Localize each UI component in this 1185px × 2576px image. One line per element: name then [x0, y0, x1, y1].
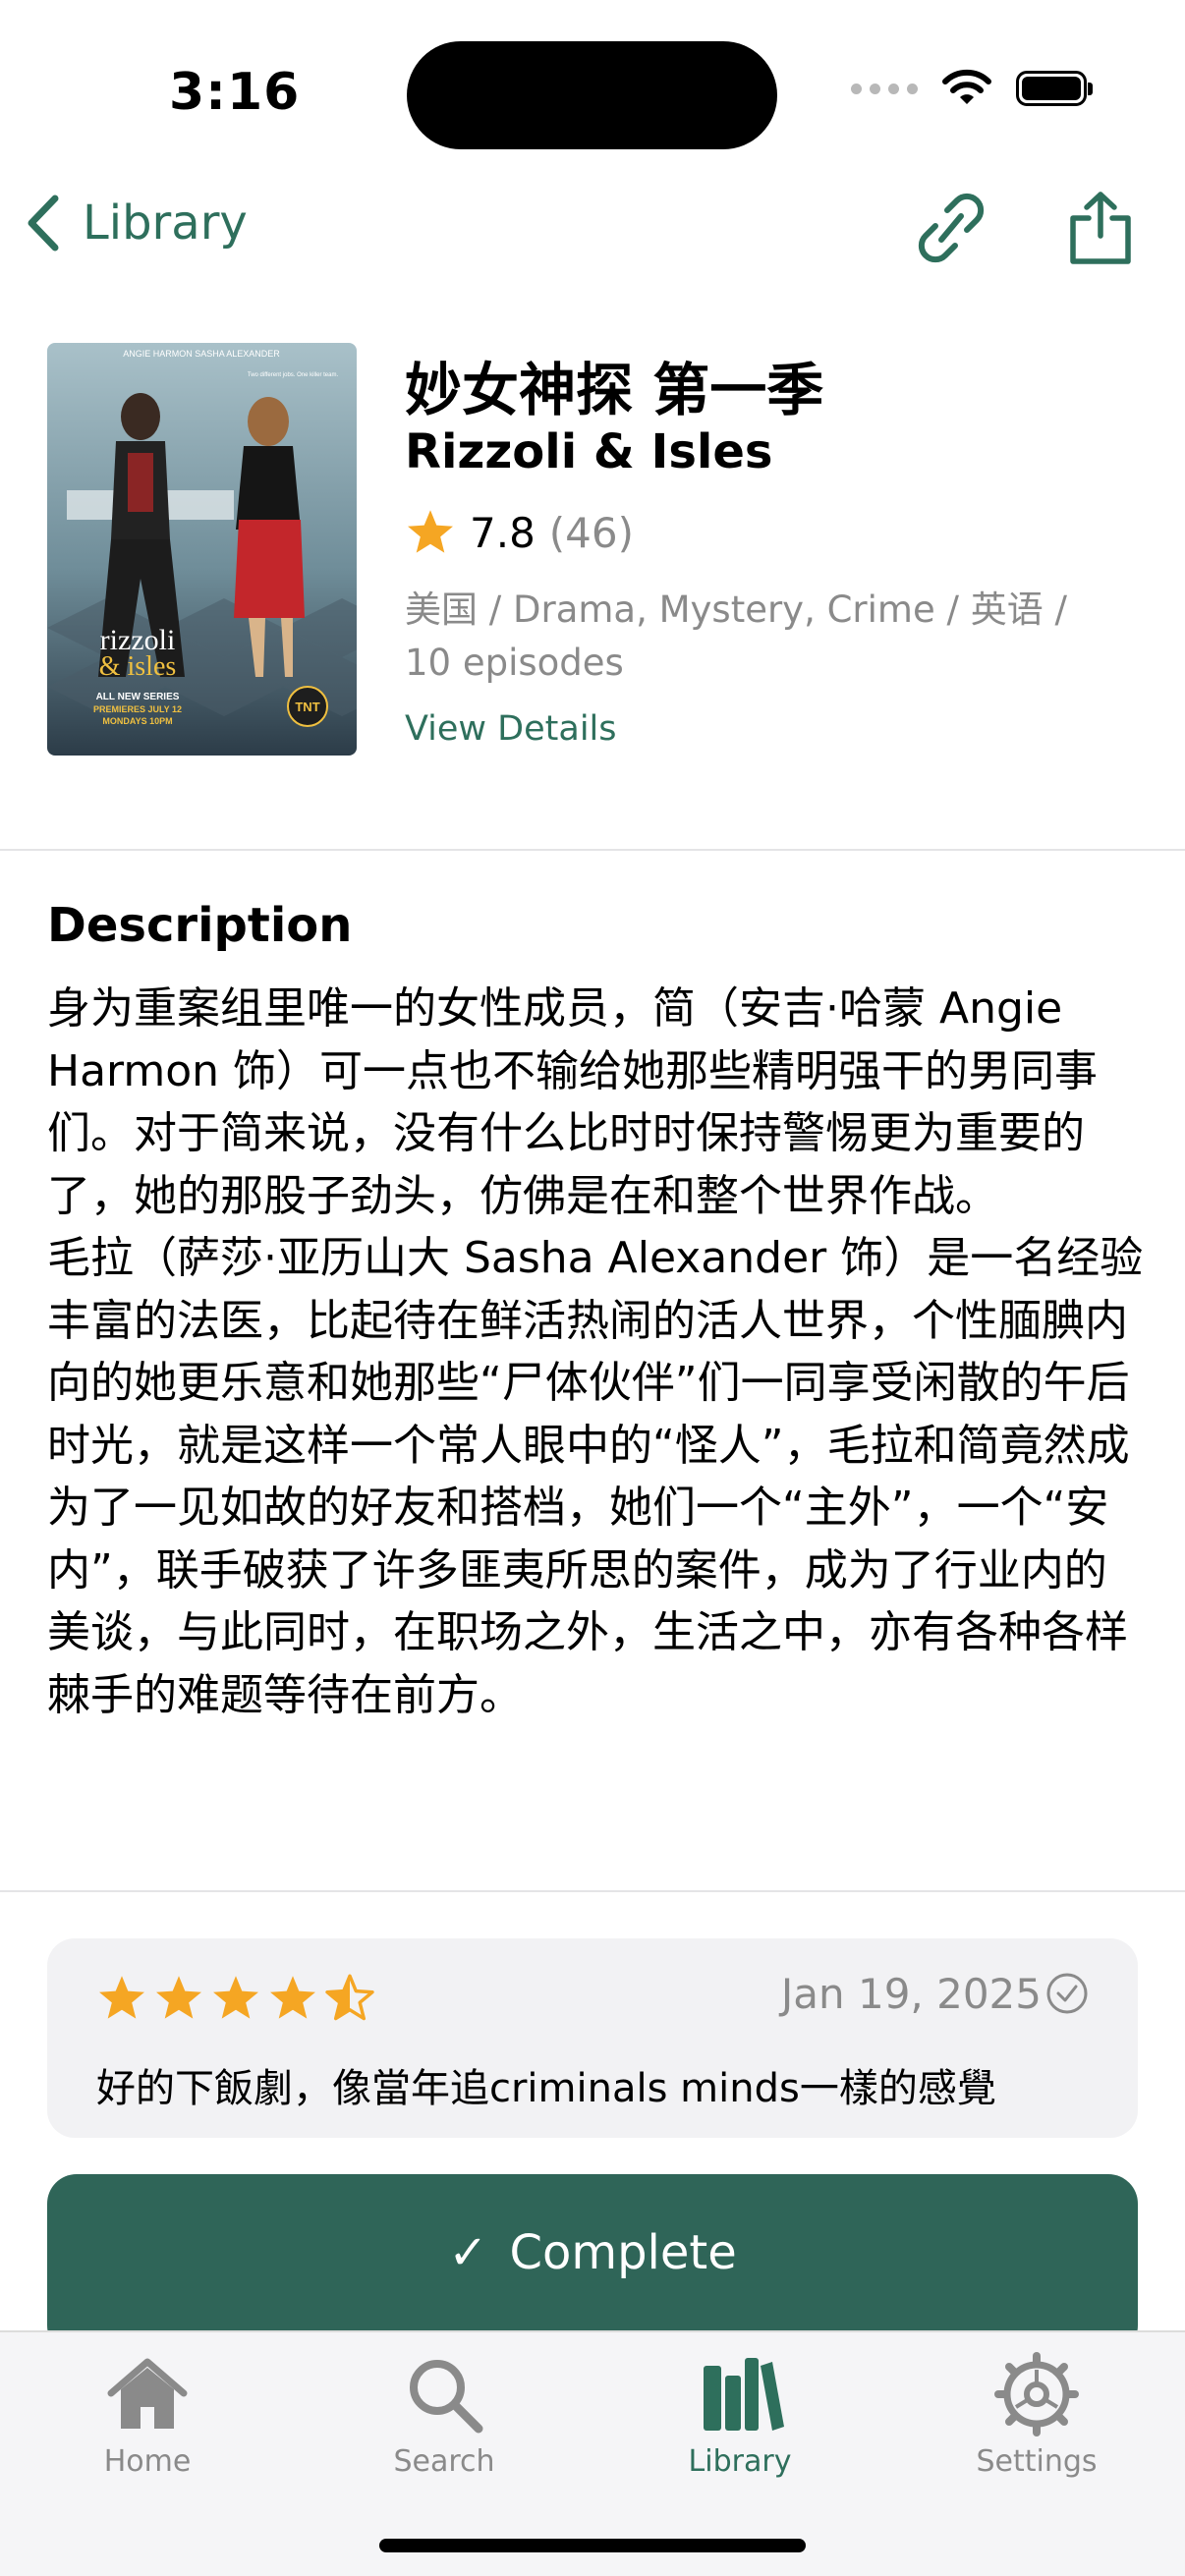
star-icon [156, 1976, 201, 2019]
view-details-link[interactable]: View Details [405, 709, 617, 749]
gear-icon [994, 2352, 1079, 2436]
rating: 7.8 (46) [405, 508, 634, 557]
poster-logo-line2: & isles [99, 651, 177, 682]
status-time: 3:16 [169, 63, 301, 122]
home-indicator [379, 2539, 806, 2552]
back-button[interactable]: Library [24, 193, 248, 253]
tab-label: Search [393, 2444, 495, 2479]
poster-tagline: Two different jobs. One killer team. [248, 372, 339, 378]
star-icon [213, 1976, 258, 2019]
rating-value: 7.8 [470, 508, 536, 557]
show-title-english: Rizzoli & Isles [405, 424, 773, 479]
divider [0, 1890, 1185, 1892]
star-icon [270, 1976, 315, 2019]
chevron-left-icon [28, 195, 59, 252]
review-date: Jan 19, 2025 [780, 1970, 1042, 2018]
show-meta: 美国 / Drama, Mystery, Crime / 英语 / 10 epi… [405, 588, 1067, 684]
rating-count: (46) [548, 508, 635, 557]
tab-label: Home [103, 2444, 192, 2479]
tab-label: Library [688, 2444, 792, 2479]
status-icons [851, 69, 1093, 108]
description-body: 身为重案组里唯一的女性成员，简（安吉·哈蒙 Angie Harmon 饰）可一点… [47, 983, 1144, 1720]
review-text: 好的下飯劇，像當年追criminals minds一樣的感覺 [96, 2066, 996, 2111]
show-title-chinese: 妙女神探 第一季 [405, 357, 824, 423]
star-icon [408, 510, 453, 553]
share-icon[interactable] [1063, 189, 1138, 267]
battery-icon [1016, 71, 1093, 106]
check-circle-icon [1046, 1973, 1088, 2014]
poster-promo2: PREMIERES JULY 12 [93, 704, 182, 714]
review-card[interactable]: Jan 19, 2025 好的下飯劇，像當年追criminals minds一樣… [47, 1938, 1138, 2138]
tab-settings[interactable]: Settings [938, 2350, 1135, 2479]
magnifier-icon [410, 2360, 483, 2434]
poster-network: TNT [295, 700, 319, 714]
wifi-icon [942, 69, 991, 104]
tab-library[interactable]: Library [642, 2350, 838, 2479]
complete-button[interactable]: ✓ Complete [47, 2174, 1138, 2355]
review-stars [96, 1974, 375, 2023]
divider [0, 849, 1185, 851]
dynamic-island [407, 41, 777, 149]
star-icon [99, 1976, 144, 2019]
house-icon [107, 2358, 188, 2429]
back-label: Library [83, 196, 248, 251]
poster-promo3: MONDAYS 10PM [102, 716, 172, 726]
poster-promo1: ALL NEW SERIES [96, 692, 180, 702]
tab-label: Settings [976, 2444, 1098, 2479]
tab-search[interactable]: Search [346, 2350, 542, 2479]
poster-actors: ANGIE HARMON SASHA ALEXANDER [123, 349, 280, 359]
cellular-dots-icon [851, 83, 918, 94]
tab-home[interactable]: Home [49, 2350, 246, 2479]
link-icon[interactable] [914, 189, 988, 267]
half-star-icon [325, 1974, 374, 2021]
books-icon [704, 2358, 784, 2431]
poster-image: ANGIE HARMON SASHA ALEXANDER Two differe… [47, 343, 357, 756]
description-heading: Description [47, 898, 353, 953]
